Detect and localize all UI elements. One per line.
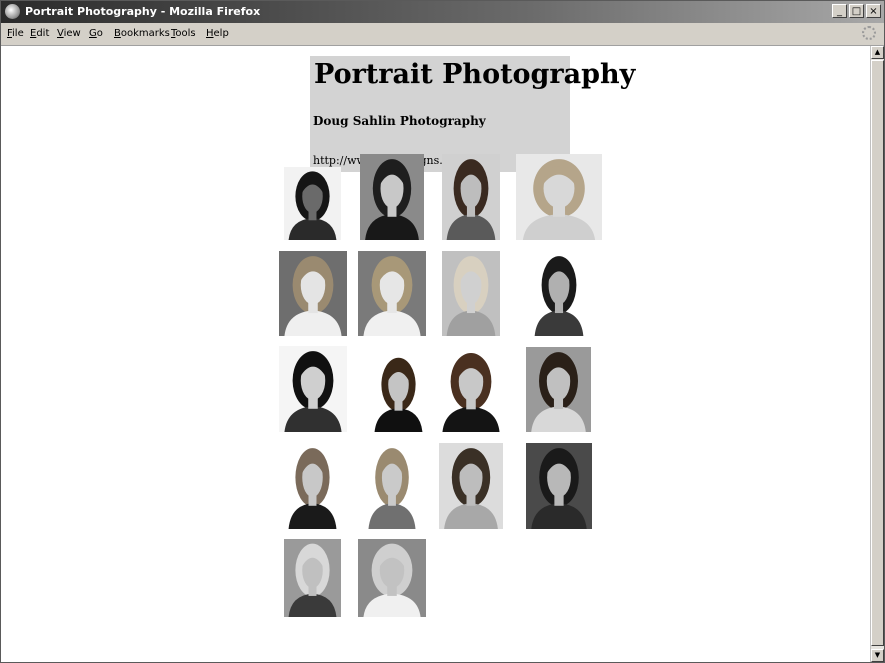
portrait-toddler-boy-2[interactable] bbox=[358, 251, 426, 336]
vertical-scrollbar[interactable]: ▲ ▼ bbox=[870, 46, 884, 662]
menu-edit[interactable]: Edit bbox=[30, 28, 49, 39]
portrait-image bbox=[516, 154, 602, 240]
portrait-image bbox=[358, 251, 426, 336]
portrait-woman-long-hair[interactable] bbox=[526, 347, 591, 432]
portrait-image bbox=[442, 251, 500, 336]
portrait-image bbox=[284, 539, 341, 617]
portrait-businesswoman-2[interactable] bbox=[437, 348, 505, 432]
close-button[interactable]: × bbox=[866, 4, 881, 18]
portrait-image bbox=[284, 167, 341, 240]
minimize-button[interactable]: _ bbox=[832, 4, 847, 18]
menu-view[interactable]: View bbox=[57, 28, 81, 39]
scrollbar-thumb[interactable] bbox=[871, 60, 884, 646]
menu-go[interactable]: Go bbox=[89, 28, 103, 39]
portrait-image bbox=[526, 347, 591, 432]
portrait-image bbox=[370, 353, 427, 432]
browser-window: Portrait Photography - Mozilla Firefox _… bbox=[0, 0, 885, 663]
portrait-man-desk-smiling[interactable] bbox=[358, 539, 426, 617]
scroll-down-arrow-icon[interactable]: ▼ bbox=[871, 649, 884, 662]
menu-tools[interactable]: Tools bbox=[171, 28, 196, 39]
page-title: Portrait Photography bbox=[314, 59, 636, 90]
portrait-woman-flower-hair[interactable] bbox=[439, 443, 503, 529]
portrait-man-desk-reading[interactable] bbox=[284, 539, 341, 617]
portrait-image bbox=[284, 443, 341, 529]
portrait-image bbox=[364, 443, 420, 529]
firefox-icon bbox=[5, 4, 20, 19]
page-content: Portrait Photography Doug Sahlin Photogr… bbox=[1, 46, 870, 662]
title-bar[interactable]: Portrait Photography - Mozilla Firefox _… bbox=[1, 1, 884, 23]
portrait-image bbox=[437, 348, 505, 432]
portrait-image bbox=[442, 154, 500, 240]
throbber-icon bbox=[862, 26, 876, 40]
portrait-woman-hands-chin[interactable] bbox=[530, 251, 588, 336]
portrait-toddler-boy-1[interactable] bbox=[279, 251, 347, 336]
menu-help[interactable]: Help bbox=[206, 28, 229, 39]
portrait-woman-bangs-closeup[interactable] bbox=[279, 346, 347, 432]
portrait-image bbox=[530, 251, 588, 336]
menu-file[interactable]: File bbox=[7, 28, 24, 39]
portrait-image bbox=[358, 539, 426, 617]
portrait-blonde-woman[interactable] bbox=[516, 154, 602, 240]
portrait-image bbox=[439, 443, 503, 529]
portrait-woman-dark-hair-smiling[interactable] bbox=[360, 154, 424, 240]
portrait-image bbox=[279, 346, 347, 432]
portrait-image bbox=[526, 443, 592, 529]
portrait-woman-rose-profile[interactable] bbox=[284, 167, 341, 240]
portrait-businesswoman-1[interactable] bbox=[370, 353, 427, 432]
portrait-image bbox=[279, 251, 347, 336]
portrait-woman-glasses[interactable] bbox=[284, 443, 341, 529]
portrait-woman-sunglasses[interactable] bbox=[442, 154, 500, 240]
maximize-button[interactable]: □ bbox=[849, 4, 864, 18]
page-subtitle: Doug Sahlin Photography bbox=[313, 114, 486, 128]
menu-bookmarks[interactable]: Bookmarks bbox=[114, 28, 170, 39]
portrait-blonde-closeup[interactable] bbox=[442, 251, 500, 336]
portrait-image bbox=[360, 154, 424, 240]
portrait-woman-short-hair[interactable] bbox=[364, 443, 420, 529]
portrait-woman-necklace[interactable] bbox=[526, 443, 592, 529]
window-title: Portrait Photography - Mozilla Firefox bbox=[25, 5, 261, 18]
scroll-up-arrow-icon[interactable]: ▲ bbox=[871, 46, 884, 59]
menu-bar: File Edit View Go Bookmarks Tools Help bbox=[1, 23, 884, 46]
